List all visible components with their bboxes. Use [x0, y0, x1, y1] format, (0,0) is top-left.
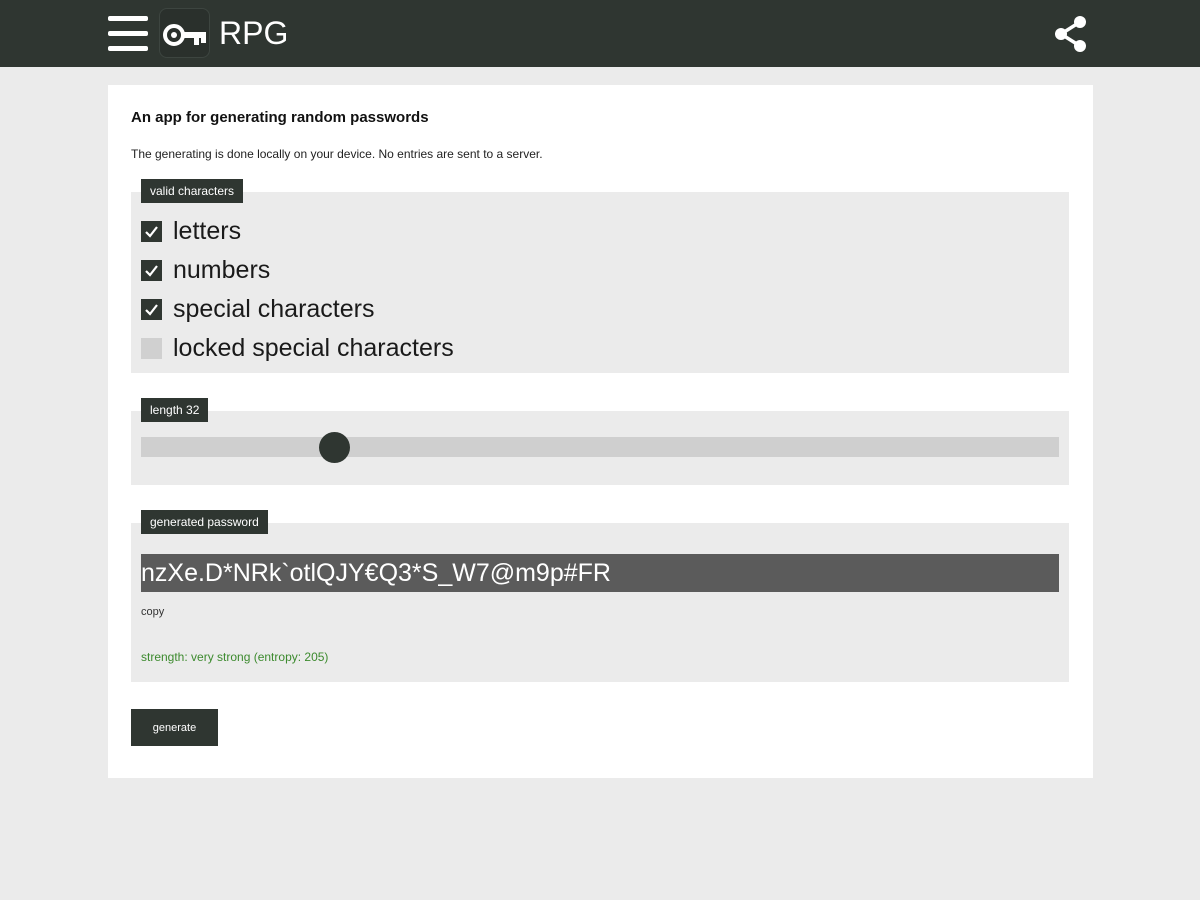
- special-characters-label: special characters: [173, 295, 375, 323]
- main-card: An app for generating random passwords T…: [108, 85, 1093, 778]
- valid-characters-section: valid characters letters numbers special…: [131, 179, 1069, 373]
- hamburger-menu-icon[interactable]: [108, 15, 148, 53]
- length-slider[interactable]: [141, 432, 1059, 463]
- numbers-checkbox[interactable]: [141, 259, 162, 281]
- generated-password-label: generated password: [141, 510, 268, 534]
- app-title: RPG: [219, 15, 289, 51]
- option-special-characters[interactable]: special characters: [141, 294, 374, 324]
- generated-password-section: generated password copy strength: very s…: [131, 510, 1069, 682]
- length-slider-thumb[interactable]: [318, 432, 350, 463]
- letters-checkbox[interactable]: [141, 220, 162, 242]
- share-icon[interactable]: [1052, 15, 1090, 53]
- option-locked-special-characters[interactable]: locked special characters: [141, 333, 454, 363]
- length-label: length 32: [141, 398, 209, 422]
- page-description: The generating is done locally on your d…: [131, 147, 543, 161]
- letters-label: letters: [173, 217, 242, 245]
- generate-button[interactable]: generate: [131, 709, 218, 746]
- locked-special-characters-checkbox[interactable]: [141, 337, 162, 359]
- length-section: length 32: [131, 398, 1069, 485]
- password-field[interactable]: [141, 554, 1059, 592]
- key-icon: [159, 8, 210, 58]
- strength-text: strength: very strong (entropy: 205): [141, 650, 329, 664]
- numbers-label: numbers: [173, 256, 271, 284]
- option-letters[interactable]: letters: [141, 216, 241, 246]
- page-heading: An app for generating random passwords: [131, 109, 429, 126]
- copy-link[interactable]: copy: [141, 606, 164, 618]
- app-bar: RPG: [0, 0, 1200, 67]
- locked-special-characters-label: locked special characters: [173, 334, 454, 362]
- valid-characters-label: valid characters: [141, 179, 244, 203]
- option-numbers[interactable]: numbers: [141, 255, 270, 285]
- special-characters-checkbox[interactable]: [141, 298, 162, 320]
